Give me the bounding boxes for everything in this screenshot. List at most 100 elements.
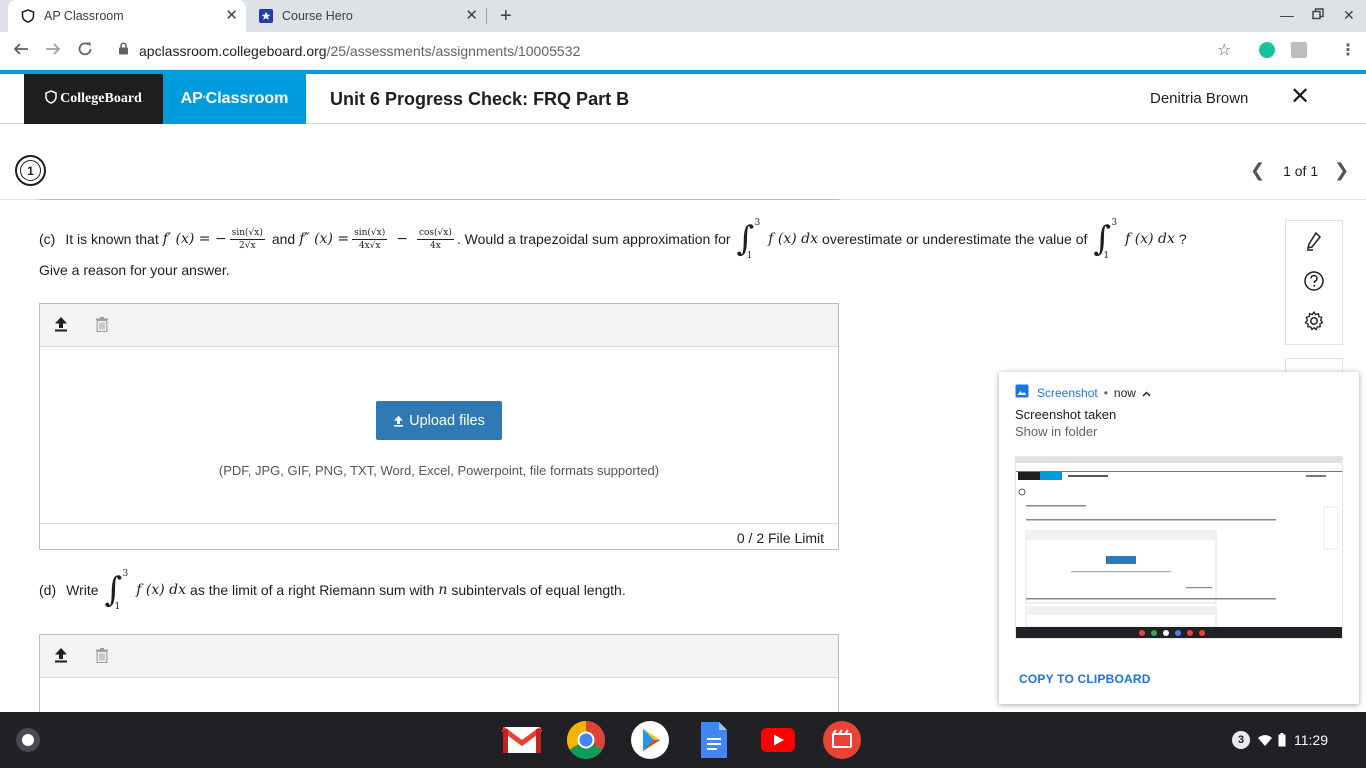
notification-time: now xyxy=(1113,385,1136,400)
back-arrow-icon[interactable] xyxy=(13,41,29,60)
write-text: Write xyxy=(66,582,99,598)
fraction-numerator: sin(√x) xyxy=(352,227,388,240)
part-c-label: (c) xyxy=(39,231,56,247)
chrome-menu-icon[interactable]: ⋮ xyxy=(1340,40,1356,60)
trash-icon[interactable] xyxy=(96,648,108,668)
tab-title: AP Classroom xyxy=(44,9,124,23)
part-d-prompt: (d) Write ∫ 3 1 f (x) dx as the limit of… xyxy=(39,567,626,613)
answer-box-d xyxy=(39,634,839,724)
question-number-badge[interactable]: 1 xyxy=(15,155,46,186)
upload-icon[interactable] xyxy=(54,316,68,337)
notification-app-name: Screenshot xyxy=(1037,385,1098,400)
question-nav-bar: 1 ❮ 1 of 1 ❯ xyxy=(0,140,1366,200)
grammarly-extension-icon[interactable] xyxy=(1259,42,1275,58)
screenshot-thumbnail[interactable] xyxy=(1015,456,1343,639)
integral-upper: 3 xyxy=(122,569,129,579)
upload-files-label: Upload files xyxy=(409,412,485,429)
fraction-numerator: sin(√x) xyxy=(229,227,265,240)
notification-dot: • xyxy=(1103,385,1108,400)
screenshot-notification[interactable]: Screenshot • now Screenshot taken Show i… xyxy=(999,372,1359,704)
integral-2: ∫ 3 1 xyxy=(1093,216,1117,262)
upload-files-button[interactable]: Upload files xyxy=(376,401,502,440)
clock-time: 11:29 xyxy=(1294,732,1328,748)
integral-1: ∫ 3 1 xyxy=(737,216,761,262)
n-variable: n xyxy=(438,582,448,598)
tab-title: Course Hero xyxy=(282,9,353,23)
integral-lower: 1 xyxy=(1103,251,1110,261)
answer-toolbar xyxy=(40,304,838,347)
tab-separator xyxy=(486,8,487,24)
gmail-icon[interactable] xyxy=(502,722,542,758)
url-host: apclassroom.collegeboard.org xyxy=(139,43,327,59)
restore-icon[interactable] xyxy=(1312,7,1324,23)
play-store-icon[interactable] xyxy=(630,721,670,759)
tab-close-icon[interactable]: ✕ xyxy=(465,8,478,24)
minus-sign: − xyxy=(396,231,408,247)
show-in-folder-link[interactable]: Show in folder xyxy=(1015,424,1097,439)
user-name[interactable]: Denitria Brown xyxy=(1150,90,1248,107)
launcher-circle-icon xyxy=(22,734,34,746)
and-text: and xyxy=(271,231,296,247)
part-c-line2: Give a reason for your answer. xyxy=(39,262,230,278)
extension-icon[interactable] xyxy=(1291,42,1307,58)
ap-header: CollegeBoard AP ° Classroom Unit 6 Progres… xyxy=(0,74,1366,124)
help-icon[interactable] xyxy=(1303,270,1325,297)
status-tray[interactable]: 3 11:29 xyxy=(1232,728,1328,752)
google-docs-icon[interactable] xyxy=(694,722,734,758)
middle-text: overestimate or underestimate the value … xyxy=(822,231,1088,247)
would-text: . Would a trapezoidal sum approximation … xyxy=(456,231,731,247)
supported-formats-text: (PDF, JPG, GIF, PNG, TXT, Word, Excel, P… xyxy=(218,463,660,478)
divider xyxy=(39,199,839,200)
answer-toolbar xyxy=(40,635,838,678)
pager: ❮ 1 of 1 ❯ xyxy=(1250,160,1349,181)
notification-count-badge: 3 xyxy=(1232,731,1250,749)
video-player-icon[interactable] xyxy=(822,721,862,759)
fraction-denominator: 4x√x xyxy=(358,240,381,251)
launcher-button[interactable] xyxy=(16,728,40,752)
integral-upper: 3 xyxy=(1111,218,1118,228)
upload-icon[interactable] xyxy=(54,647,68,668)
trash-icon[interactable] xyxy=(96,317,108,337)
chrome-icon[interactable] xyxy=(566,720,606,760)
chromeos-shelf: 3 11:29 xyxy=(0,712,1366,768)
fraction-1: sin(√x) 2√x xyxy=(229,227,265,251)
shield-icon xyxy=(45,89,57,109)
highlighter-icon[interactable] xyxy=(1303,230,1325,257)
youtube-icon[interactable] xyxy=(758,722,798,758)
close-icon[interactable]: ✕ xyxy=(1290,85,1310,109)
minimize-icon[interactable]: — xyxy=(1280,7,1294,23)
page-title: Unit 6 Progress Check: FRQ Part B xyxy=(330,89,630,109)
fraction-numerator: cos(√x) xyxy=(416,227,454,240)
chevron-right-icon[interactable]: ❯ xyxy=(1334,160,1349,181)
copy-to-clipboard-button[interactable]: COPY TO CLIPBOARD xyxy=(1019,672,1151,686)
answer-box-c: Upload files (PDF, JPG, GIF, PNG, TXT, W… xyxy=(39,303,839,550)
settings-gear-icon[interactable] xyxy=(1303,310,1325,337)
fraction-denominator: 4x xyxy=(430,240,441,251)
integral-lower: 1 xyxy=(746,251,753,261)
side-toolbar xyxy=(1285,220,1343,345)
cb-logo-text: CollegeBoard xyxy=(60,91,142,106)
integral-lower: 1 xyxy=(114,602,121,612)
integrand: f (x) dx xyxy=(1125,231,1175,247)
collegeboard-logo[interactable]: CollegeBoard xyxy=(24,74,163,124)
notification-header: Screenshot • now xyxy=(1015,384,1151,401)
tab-course-hero[interactable]: Course Hero ✕ xyxy=(246,0,486,32)
part-d-label: (d) xyxy=(39,582,57,598)
browser-toolbar: apclassroom.collegeboard.org/25/assessme… xyxy=(0,32,1366,70)
forward-arrow-icon[interactable] xyxy=(45,41,61,60)
ap-classroom-logo[interactable]: AP ° Classroom xyxy=(163,74,306,124)
new-tab-button[interactable]: + xyxy=(500,5,512,28)
integrand: f (x) dx xyxy=(768,231,819,247)
ap-logo-classroom: Classroom xyxy=(205,90,289,107)
chevron-up-icon[interactable] xyxy=(1142,386,1151,400)
tab-ap-classroom[interactable]: AP Classroom ✕ xyxy=(8,0,246,32)
reload-icon[interactable] xyxy=(77,41,93,60)
chevron-left-icon[interactable]: ❮ xyxy=(1250,160,1265,181)
address-bar[interactable]: apclassroom.collegeboard.org/25/assessme… xyxy=(108,35,1248,67)
tab-close-icon[interactable]: ✕ xyxy=(225,8,238,24)
upload-icon xyxy=(393,415,404,427)
window-close-icon[interactable]: ✕ xyxy=(1343,7,1355,24)
url-text: apclassroom.collegeboard.org/25/assessme… xyxy=(139,43,580,59)
bookmark-star-icon[interactable]: ☆ xyxy=(1217,40,1231,60)
part-c-intro: It is known that xyxy=(65,231,159,247)
